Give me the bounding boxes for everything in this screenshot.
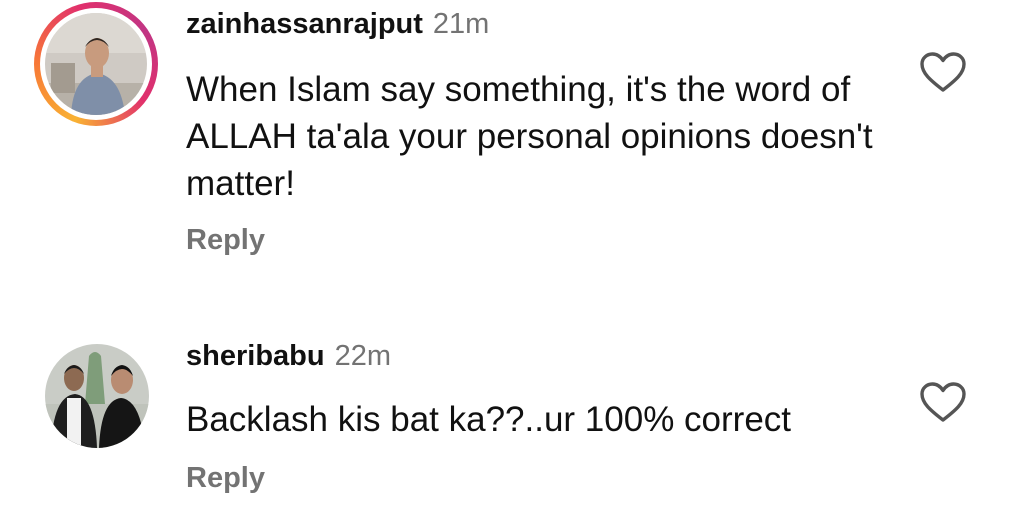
like-button[interactable] xyxy=(918,380,968,424)
comment-meta: zainhassanrajput 21m xyxy=(186,8,489,41)
reply-button[interactable]: Reply xyxy=(186,224,265,257)
comment-item: zainhassanrajput 21m When Islam say somet… xyxy=(0,0,1024,300)
like-button[interactable] xyxy=(918,50,968,94)
username[interactable]: zainhassanrajput xyxy=(186,8,423,40)
username[interactable]: sheribabu xyxy=(186,340,325,372)
avatar[interactable] xyxy=(45,344,149,448)
comment-text: When Islam say something, it's the word … xyxy=(186,70,873,203)
avatar-photo xyxy=(45,344,149,448)
comment-meta: sheribabu 22m xyxy=(186,340,391,373)
avatar[interactable] xyxy=(45,13,147,115)
heart-outline-icon xyxy=(920,382,966,422)
comment-item: sheribabu 22m Backlash kis bat ka??..ur 1… xyxy=(0,330,1024,520)
reply-button[interactable]: Reply xyxy=(186,462,265,495)
avatar-photo xyxy=(45,13,147,115)
timestamp: 21m xyxy=(432,8,490,40)
comment-text: Backlash kis bat ka??..ur 100% correct xyxy=(186,400,792,439)
timestamp: 22m xyxy=(334,340,392,372)
heart-outline-icon xyxy=(920,52,966,92)
